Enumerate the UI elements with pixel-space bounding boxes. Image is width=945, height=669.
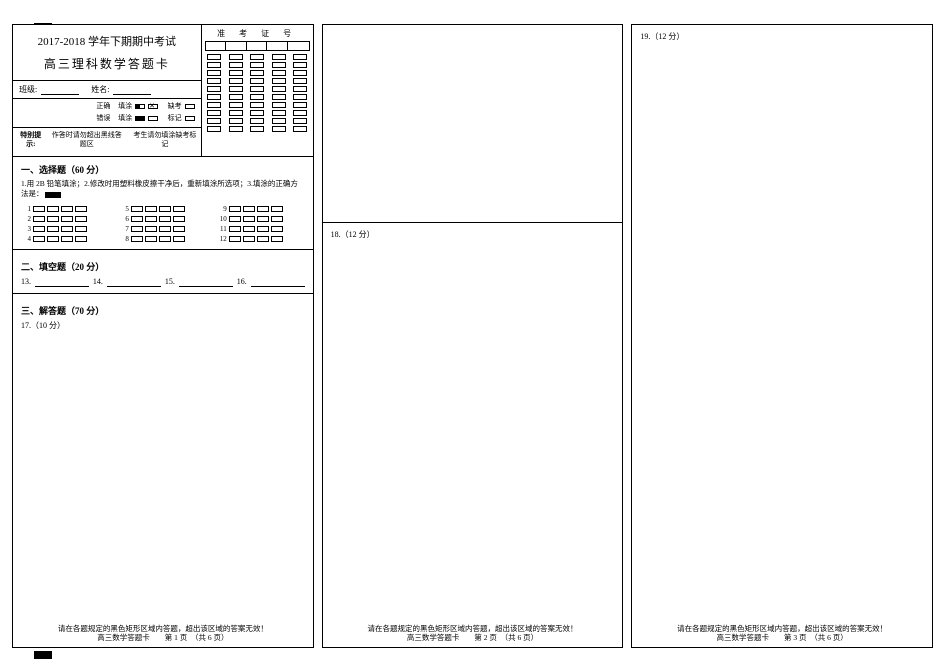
class-name-row: 班级: 姓名: [13, 81, 201, 99]
fill-label2: 填涂 [118, 114, 132, 124]
mark-label: 标记 [168, 114, 182, 124]
sec1-instr: 1.用 2B 铅笔填涂；2.修改时用塑料橡皮擦干净后，重新填涂所选项；3.填涂的… [21, 179, 305, 200]
q19-label: 19.（12 分） [640, 32, 684, 41]
sec2-title: 二、填空题（20 分） [21, 260, 305, 273]
fill-demo-solid-icon [45, 192, 61, 198]
section-answer: 三、解答题（70 分） 17.（10 分） [13, 298, 313, 647]
page3-footer: 请在各题规定的黑色矩形区域内答题，超出该区域的答案无效！ 高三数学答题卡 第 3… [632, 624, 932, 644]
qn-2: 2 [21, 215, 31, 223]
page2-footer: 请在各题规定的黑色矩形区域内答题，超出该区域的答案无效！ 高三数学答题卡 第 2… [323, 624, 623, 644]
qn-1: 1 [21, 205, 31, 213]
exam-title-1: 2017-2018 学年下期期中考试 [19, 33, 195, 49]
footer-p1: 高三数学答题卡 第 1 页 （共 6 页） [97, 633, 228, 642]
student-info-box: 班级: 姓名: 正确 填涂 缺考 [13, 80, 201, 152]
qn-12: 12 [217, 235, 227, 243]
exam-title-2: 高三理科数学答题卡 [19, 55, 195, 72]
name-blank[interactable] [113, 86, 151, 95]
absent-label: 缺考 [168, 102, 182, 112]
footer-warn-2: 请在各题规定的黑色矩形区域内答题，超出该区域的答案无效！ [368, 624, 578, 633]
corner-marker-bl [34, 651, 52, 659]
absent-box-icon [185, 104, 195, 109]
demo-empty-icon [148, 116, 158, 121]
error-label: 错误 [96, 114, 110, 124]
page2-upper-box[interactable] [323, 25, 623, 223]
name-label: 姓名: [91, 84, 109, 95]
page-1: 2017-2018 学年下期期中考试 高三理科数学答题卡 班级: 姓名: 正确 … [12, 24, 314, 648]
page3-box[interactable]: 19.（12 分） [632, 25, 932, 647]
page1-footer: 请在各题规定的黑色矩形区域内答题，超出该区域的答案无效！ 高三数学答题卡 第 1… [13, 624, 313, 644]
notice-l1: 作答时请勿超出黑线答题区 [49, 131, 125, 149]
qn-10: 10 [217, 215, 227, 223]
demo-x-icon [148, 104, 158, 109]
qn-3: 3 [21, 225, 31, 233]
qn-6: 6 [119, 215, 129, 223]
fill-blank-row[interactable]: 13. 14. 15. 16. [21, 277, 305, 287]
section-choice: 一、选择题（60 分） 1.用 2B 铅笔填涂；2.修改时用塑料橡皮擦干净后，重… [13, 157, 313, 254]
notice-title: 特别提示: [17, 131, 45, 149]
qn-4: 4 [21, 235, 31, 243]
exam-id-bubble-grid[interactable] [205, 54, 310, 132]
q14-label: 14. [93, 277, 103, 287]
class-blank[interactable] [41, 86, 79, 95]
demo-half-icon [135, 104, 145, 109]
footer-warn-3: 请在各题规定的黑色矩形区域内答题，超出该区域的答案无效！ [677, 624, 887, 633]
header-left: 2017-2018 学年下期期中考试 高三理科数学答题卡 班级: 姓名: 正确 … [13, 25, 201, 156]
qn-5: 5 [119, 205, 129, 213]
exam-id-title: 准 考 证 号 [205, 28, 310, 39]
exam-id-panel: 准 考 证 号 [201, 25, 313, 156]
footer-p2: 高三数学答题卡 第 2 页 （共 6 页） [407, 633, 538, 642]
page-2: 18.（12 分） 请在各题规定的黑色矩形区域内答题，超出该区域的答案无效！ 高… [322, 24, 624, 648]
class-label: 班级: [19, 84, 37, 95]
page-3: 19.（12 分） 请在各题规定的黑色矩形区域内答题，超出该区域的答案无效！ 高… [631, 24, 933, 648]
sec3-title: 三、解答题（70 分） [21, 304, 305, 317]
qn-9: 9 [217, 205, 227, 213]
fill-demo-row: 正确 填涂 缺考 错误 填涂 [13, 99, 201, 128]
q17-label: 17.（10 分） [21, 320, 305, 331]
answer-sheets: 2017-2018 学年下期期中考试 高三理科数学答题卡 班级: 姓名: 正确 … [12, 24, 933, 648]
footer-p3: 高三数学答题卡 第 3 页 （共 6 页） [717, 633, 848, 642]
sec1-instr-text: 1.用 2B 铅笔填涂；2.修改时用塑料橡皮擦干净后，重新填涂所选项；3.填涂的… [21, 179, 298, 199]
fill-label: 填涂 [118, 102, 132, 112]
demo-solid-icon [135, 116, 145, 121]
q18-label: 18.（12 分） [331, 230, 375, 239]
q13-label: 13. [21, 277, 31, 287]
exam-id-write[interactable] [205, 41, 310, 51]
q15-label: 15. [165, 277, 175, 287]
notice-row: 特别提示: 作答时请勿超出黑线答题区 考生请勿填涂缺考标记 [13, 128, 201, 152]
qn-8: 8 [119, 235, 129, 243]
qn-11: 11 [217, 225, 227, 233]
footer-warn: 请在各题规定的黑色矩形区域内答题，超出该区域的答案无效！ [58, 624, 268, 633]
mark-box-icon [185, 116, 195, 121]
correct-label: 正确 [96, 102, 110, 112]
notice-l2: 考生请勿填涂缺考标记 [133, 131, 197, 149]
section-fill: 二、填空题（20 分） 13. 14. 15. 16. [13, 254, 313, 298]
sec1-title: 一、选择题（60 分） [21, 163, 305, 176]
qn-7: 7 [119, 225, 129, 233]
q16-label: 16. [237, 277, 247, 287]
page1-header: 2017-2018 学年下期期中考试 高三理科数学答题卡 班级: 姓名: 正确 … [13, 25, 313, 157]
choice-bubble-grid[interactable]: 1 5 9 2 6 10 3 7 11 4 8 12 [21, 205, 305, 243]
page2-lower-box[interactable]: 18.（12 分） [323, 223, 623, 647]
